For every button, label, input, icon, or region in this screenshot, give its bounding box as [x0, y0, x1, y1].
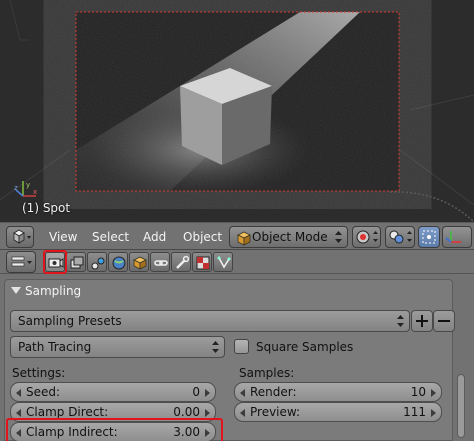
properties-icon [11, 256, 32, 267]
seed-value: 0 [192, 385, 200, 399]
preview-samples-label: Preview: [250, 405, 301, 419]
tab-object[interactable] [129, 252, 149, 272]
mode-dropdown[interactable]: Object Mode [229, 226, 348, 248]
integrator-dropdown[interactable]: Path Tracing [10, 336, 225, 358]
increment-arrow-icon[interactable] [431, 409, 436, 417]
menu-select[interactable]: Select [92, 230, 129, 244]
square-samples-checkbox[interactable] [234, 339, 249, 354]
viewport-shading-dropdown[interactable] [352, 226, 381, 248]
tab-render-layers[interactable] [66, 252, 86, 272]
properties-header [0, 250, 474, 274]
properties-area: Sampling Sampling Presets Path Tracing S… [0, 274, 474, 441]
properties-scrollbar[interactable] [457, 374, 465, 438]
decrement-arrow-icon[interactable] [240, 409, 245, 417]
sampling-panel-header[interactable]: Sampling [5, 280, 452, 302]
clamp-indirect-highlight [6, 418, 223, 441]
manipulator-icon [422, 230, 436, 244]
world-icon [112, 256, 126, 270]
seed-label: Seed: [26, 385, 61, 399]
transform-axis-icon [445, 231, 461, 243]
decrement-arrow-icon[interactable] [16, 409, 21, 417]
cube-icon [13, 229, 31, 244]
render-layers-icon [70, 256, 84, 269]
viewport-header: View Select Add Object Object Mode [0, 222, 474, 250]
clamp-direct-label: Clamp Direct: [26, 405, 109, 419]
preview-samples-value: 111 [403, 405, 426, 419]
active-object-label: (1) Spot [22, 201, 71, 215]
tab-modifiers[interactable] [171, 252, 191, 272]
remove-preset-button[interactable] [433, 310, 455, 332]
updown-arrows-icon [397, 315, 404, 327]
modifiers-icon [176, 255, 190, 269]
pivot-dropdown[interactable] [385, 226, 415, 248]
updown-arrows-icon [212, 341, 219, 353]
render-samples-field[interactable]: Render: 10 [234, 382, 442, 402]
axis-x-label: x [33, 188, 37, 196]
render-tab-highlight [43, 250, 67, 274]
tab-particles[interactable] [213, 252, 233, 272]
pivot-icon [389, 230, 412, 244]
increment-arrow-icon[interactable] [205, 409, 210, 417]
collapse-triangle-icon[interactable] [11, 287, 21, 294]
axis-y-label: y [26, 181, 30, 189]
increment-arrow-icon[interactable] [205, 389, 210, 397]
plus-icon [416, 315, 428, 327]
render-samples-label: Render: [250, 385, 297, 399]
square-samples-label: Square Samples [256, 340, 354, 354]
settings-heading: Settings: [12, 366, 66, 380]
object-mode-cube-icon [237, 231, 251, 246]
increment-arrow-icon[interactable] [431, 389, 436, 397]
scene-icon [91, 257, 105, 270]
minus-icon [438, 320, 450, 322]
tab-world[interactable] [108, 252, 128, 272]
editor-type-button[interactable] [6, 226, 34, 248]
integrator-value: Path Tracing [18, 340, 92, 354]
menu-add[interactable]: Add [143, 230, 166, 244]
manipulator-toggle[interactable] [418, 226, 440, 248]
constraints-icon [154, 260, 168, 266]
3d-viewport[interactable]: y z x (1) Spot [0, 0, 474, 222]
sampling-presets-dropdown[interactable]: Sampling Presets [10, 310, 410, 332]
particles-icon [217, 256, 231, 269]
tab-material[interactable] [192, 252, 212, 272]
seed-field[interactable]: Seed: 0 [10, 382, 216, 402]
properties-editor-type-button[interactable] [6, 251, 36, 273]
decrement-arrow-icon[interactable] [16, 389, 21, 397]
add-preset-button[interactable] [411, 310, 433, 332]
samples-heading: Samples: [239, 366, 295, 380]
updown-arrows-icon [335, 231, 342, 243]
viewport-canvas: y z x [0, 0, 474, 222]
decrement-arrow-icon[interactable] [240, 389, 245, 397]
material-icon [196, 256, 210, 270]
sampling-presets-label: Sampling Presets [18, 314, 122, 328]
render-samples-value: 10 [410, 385, 426, 399]
tab-constraints[interactable] [150, 252, 170, 272]
shading-sphere-icon [356, 230, 378, 244]
tab-scene[interactable] [87, 252, 107, 272]
object-icon [133, 256, 147, 270]
axis-z-label: z [14, 184, 18, 192]
panel-title: Sampling [25, 284, 82, 298]
menu-object[interactable]: Object [183, 230, 222, 244]
preview-samples-field[interactable]: Preview: 111 [234, 402, 442, 422]
clamp-direct-value: 0.00 [173, 405, 200, 419]
mode-label: Object Mode [252, 230, 328, 244]
sampling-panel: Sampling Sampling Presets Path Tracing S… [4, 279, 455, 441]
transform-orientation-button[interactable] [442, 226, 472, 248]
menu-view[interactable]: View [49, 230, 77, 244]
